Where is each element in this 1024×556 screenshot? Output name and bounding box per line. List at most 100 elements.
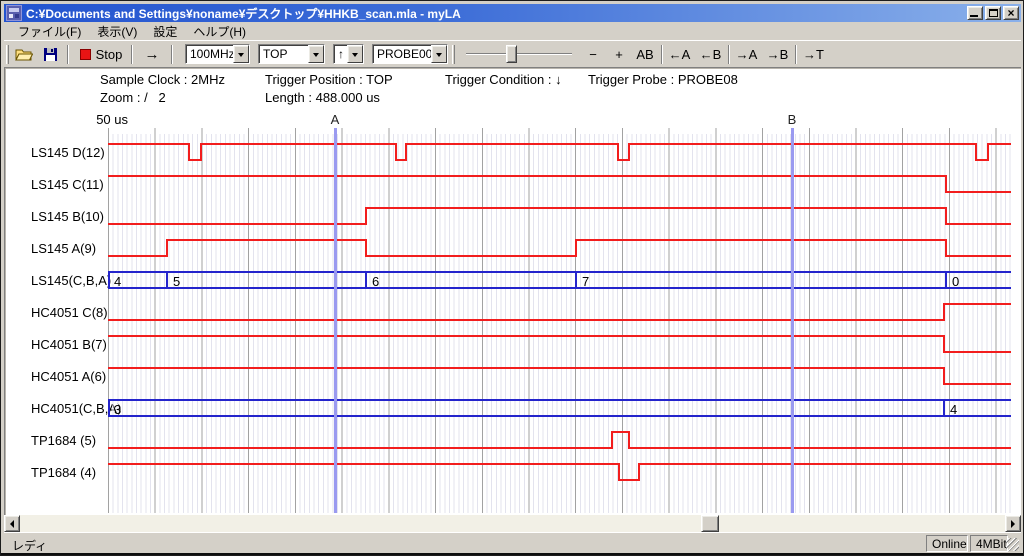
arrow-right-icon bbox=[1011, 520, 1019, 528]
close-button[interactable]: × bbox=[1003, 6, 1019, 20]
bus-value: 0 bbox=[952, 274, 959, 289]
digital-trace bbox=[108, 144, 1011, 160]
combo-dropdown-button[interactable] bbox=[308, 45, 324, 63]
stop-label: Stop bbox=[96, 47, 123, 62]
combo-dropdown-button[interactable] bbox=[431, 45, 447, 63]
marker-line-b[interactable] bbox=[791, 128, 794, 513]
online-status-badge: Online bbox=[926, 535, 968, 552]
trigger-probe-combobox[interactable]: PROBE00 bbox=[372, 44, 448, 64]
sample-clock-value: 100MHz bbox=[186, 45, 233, 63]
trigger-edge-combobox[interactable]: ↑ bbox=[333, 44, 364, 64]
goto-marker-b-button[interactable]: →B bbox=[763, 43, 792, 65]
open-file-button[interactable] bbox=[12, 43, 36, 65]
menu-settings[interactable]: 設定 bbox=[145, 21, 185, 42]
minimize-icon bbox=[970, 15, 978, 17]
channel-label: LS145 C(11) bbox=[31, 177, 104, 193]
marker-line-a[interactable] bbox=[334, 128, 337, 513]
digital-trace bbox=[108, 432, 1011, 448]
zoom-slider[interactable] bbox=[466, 43, 572, 65]
trigger-position-info: Trigger Position : TOP bbox=[265, 72, 393, 87]
window-title: C:¥Documents and Settings¥noname¥デスクトップ¥… bbox=[26, 5, 965, 22]
menu-bar: ファイル(F) 表示(V) 設定 ヘルプ(H) bbox=[4, 22, 1021, 40]
scrollbar-thumb[interactable] bbox=[701, 515, 719, 532]
ab-span-button[interactable]: AB bbox=[632, 43, 658, 65]
maximize-icon bbox=[989, 9, 998, 17]
slider-thumb[interactable] bbox=[506, 45, 517, 63]
minimize-button[interactable] bbox=[967, 6, 983, 20]
menu-file[interactable]: ファイル(F) bbox=[10, 21, 89, 42]
channel-label: LS145 B(10) bbox=[31, 209, 104, 225]
zoom-in-button[interactable]: + bbox=[607, 43, 631, 65]
combo-dropdown-button[interactable] bbox=[347, 45, 363, 63]
toolbar-grip[interactable] bbox=[452, 45, 455, 64]
zoom-info: Zoom : / 2 bbox=[100, 90, 166, 105]
scroll-right-button[interactable] bbox=[1005, 515, 1021, 532]
set-marker-b-button[interactable]: ←B bbox=[696, 43, 725, 65]
app-icon[interactable] bbox=[6, 5, 22, 21]
channel-label: LS145 D(12) bbox=[31, 145, 105, 161]
marker-label-b: B bbox=[784, 112, 800, 127]
goto-marker-a-button[interactable]: →A bbox=[732, 43, 761, 65]
channel-label: HC4051 C(8) bbox=[31, 305, 108, 321]
toolbar-separator bbox=[795, 45, 797, 64]
bus-value: 7 bbox=[582, 274, 589, 289]
toolbar-separator bbox=[131, 45, 133, 64]
marker-label-a: A bbox=[327, 112, 343, 127]
menu-view[interactable]: 表示(V) bbox=[89, 21, 145, 42]
bus-value: 6 bbox=[372, 274, 379, 289]
toolbar-separator bbox=[661, 45, 663, 64]
chevron-down-icon bbox=[238, 53, 244, 60]
stop-button[interactable]: Stop bbox=[74, 43, 128, 65]
menu-help[interactable]: ヘルプ(H) bbox=[185, 21, 254, 42]
resize-grip[interactable] bbox=[1006, 538, 1019, 551]
digital-trace bbox=[108, 176, 1011, 192]
length-info: Length : 488.000 us bbox=[265, 90, 380, 105]
set-marker-a-button[interactable]: ←A bbox=[665, 43, 694, 65]
bus-value: 4 bbox=[950, 402, 957, 417]
horizontal-scrollbar[interactable] bbox=[4, 515, 1021, 532]
run-button[interactable]: → bbox=[137, 43, 167, 65]
goto-trigger-label: →T bbox=[803, 47, 824, 62]
bus-value: 5 bbox=[173, 274, 180, 289]
waveform-plot: 4567034 bbox=[108, 128, 1011, 513]
channel-label: HC4051 A(6) bbox=[31, 369, 106, 385]
goto-trigger-button[interactable]: →T bbox=[799, 43, 828, 65]
toolbar-grip[interactable] bbox=[6, 45, 9, 64]
goto-marker-a-label: →A bbox=[736, 47, 758, 62]
chevron-down-icon bbox=[313, 53, 319, 60]
zoom-out-button[interactable]: − bbox=[581, 43, 605, 65]
channel-label: TP1684 (4) bbox=[31, 465, 96, 481]
waveform-grid[interactable]: 4567034 bbox=[108, 128, 1011, 513]
channel-label: TP1684 (5) bbox=[31, 433, 96, 449]
maximize-button[interactable] bbox=[985, 6, 1001, 20]
save-button[interactable] bbox=[38, 43, 62, 65]
scroll-left-button[interactable] bbox=[4, 515, 20, 532]
channel-label: LS145 A(9) bbox=[31, 241, 96, 257]
digital-trace bbox=[108, 336, 1011, 352]
floppy-disk-icon bbox=[43, 47, 58, 62]
trigger-edge-value: ↑ bbox=[334, 45, 347, 63]
combo-dropdown-button[interactable] bbox=[233, 45, 249, 63]
toolbar-separator bbox=[67, 45, 69, 64]
stop-icon bbox=[80, 49, 91, 60]
goto-marker-b-label: →B bbox=[767, 47, 789, 62]
open-folder-icon bbox=[15, 47, 33, 62]
trigger-probe-value: PROBE00 bbox=[373, 45, 431, 63]
digital-trace bbox=[108, 208, 1011, 224]
set-marker-a-label: ←A bbox=[669, 47, 691, 62]
digital-trace bbox=[108, 464, 1011, 480]
channel-label: LS145(C,B,A) bbox=[31, 273, 111, 289]
digital-trace bbox=[108, 240, 1011, 256]
minus-icon: − bbox=[589, 47, 597, 62]
plus-icon: + bbox=[615, 47, 623, 62]
trigger-position-value: TOP bbox=[259, 45, 308, 63]
slider-track[interactable] bbox=[466, 53, 572, 55]
bus-value: 3 bbox=[114, 402, 121, 417]
memory-size-badge: 4MBit bbox=[970, 535, 1008, 552]
trigger-position-combobox[interactable]: TOP bbox=[258, 44, 325, 64]
sample-clock-combobox[interactable]: 100MHz bbox=[185, 44, 250, 64]
chevron-down-icon bbox=[352, 53, 358, 60]
app-window: C:¥Documents and Settings¥noname¥デスクトップ¥… bbox=[0, 0, 1024, 556]
run-arrow-icon: → bbox=[145, 46, 160, 63]
title-bar[interactable]: C:¥Documents and Settings¥noname¥デスクトップ¥… bbox=[4, 4, 1021, 22]
